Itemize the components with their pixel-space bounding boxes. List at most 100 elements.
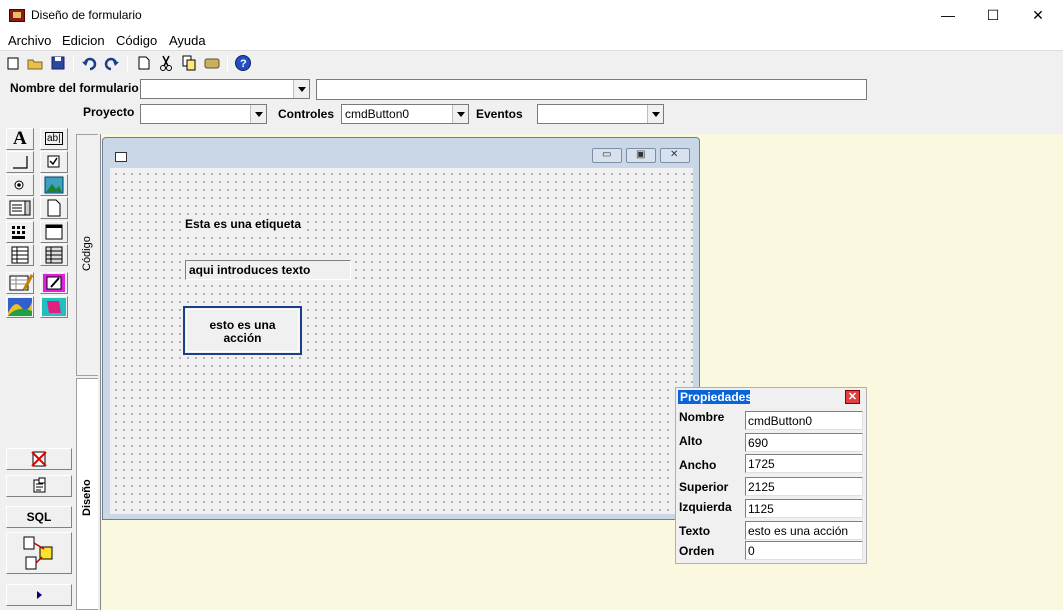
view-tabs: Código Diseño: [76, 134, 99, 610]
label-tool-glyph: A: [13, 128, 27, 149]
pencil-grid-tool[interactable]: [6, 272, 34, 294]
form-icon: [115, 152, 127, 162]
textbox-tool[interactable]: ab|: [40, 128, 68, 150]
image-tool[interactable]: [40, 174, 68, 196]
form-button-control[interactable]: esto es una acción: [183, 306, 302, 355]
form-textbox-control[interactable]: aqui introduces texto: [185, 260, 351, 280]
events-label: Eventos: [476, 107, 523, 121]
prop-label-superior: Superior: [679, 480, 729, 494]
diagram-tool[interactable]: [40, 296, 68, 318]
project-combo[interactable]: [140, 104, 267, 124]
undo-icon[interactable]: [80, 54, 98, 72]
frame-icon: [13, 156, 28, 169]
properties-button[interactable]: [6, 475, 72, 497]
prop-label-izquierda: Izquierda: [679, 500, 732, 514]
menu-archivo[interactable]: Archivo: [8, 33, 51, 48]
chevron-down-icon[interactable]: [647, 105, 663, 123]
chevron-down-icon[interactable]: [250, 105, 266, 123]
prop-input-orden[interactable]: 0: [745, 541, 863, 560]
form-name-combo[interactable]: [140, 79, 310, 99]
chevron-down-icon[interactable]: [452, 105, 468, 123]
menu-bar: Archivo Edicion Código Ayuda: [0, 31, 1063, 51]
edit-tool[interactable]: [40, 272, 68, 294]
prop-input-texto[interactable]: esto es una acción: [745, 521, 863, 540]
tab-diseno[interactable]: Diseño: [76, 378, 98, 610]
table-tool[interactable]: [6, 244, 34, 266]
pencil-grid-icon: [9, 274, 34, 291]
menu-ayuda[interactable]: Ayuda: [169, 33, 206, 48]
delete-control-button[interactable]: [6, 448, 72, 470]
prop-label-alto: Alto: [679, 434, 703, 448]
subform-tool[interactable]: [40, 244, 68, 266]
textbox-tool-glyph: ab|: [45, 132, 63, 145]
relations-button[interactable]: [6, 532, 72, 574]
tab-codigo[interactable]: Código: [76, 134, 98, 376]
window-icon: [45, 224, 63, 240]
diagram-icon: [42, 298, 66, 316]
grid-tool[interactable]: [6, 221, 34, 243]
title-bar: Diseño de formulario — ☐ ✕: [0, 0, 1063, 31]
paste-icon[interactable]: [203, 54, 221, 72]
form-minimize-button[interactable]: ▭: [592, 148, 622, 163]
menu-edicion[interactable]: Edicion: [62, 33, 105, 48]
close-icon[interactable]: ✕: [845, 390, 860, 404]
edit-icon: [43, 274, 65, 292]
controls-label: Controles: [278, 107, 335, 121]
minimize-button[interactable]: —: [925, 0, 971, 31]
new-icon[interactable]: [4, 54, 22, 72]
prop-label-ancho: Ancho: [679, 458, 717, 472]
checkbox-icon: [47, 155, 60, 168]
prop-input-superior[interactable]: 2125: [745, 477, 863, 496]
form-button-label: esto es una acción: [209, 318, 276, 345]
chart-tool[interactable]: [6, 296, 34, 318]
checkbox-tool[interactable]: [40, 151, 68, 173]
frame-tool[interactable]: [6, 151, 34, 173]
close-icon: ✕: [670, 149, 679, 160]
menu-codigo[interactable]: Código: [116, 33, 157, 48]
page-tool[interactable]: [40, 197, 68, 219]
prop-label-texto: Texto: [679, 524, 711, 538]
controls-value: cmdButton0: [345, 107, 410, 121]
properties-title: Propiedades: [678, 390, 753, 404]
prop-input-ancho[interactable]: 1725: [745, 454, 863, 473]
page-icon: [47, 199, 61, 217]
form-description-input[interactable]: [316, 79, 867, 100]
form-close-button[interactable]: ✕: [660, 148, 690, 163]
sql-button[interactable]: SQL: [6, 506, 72, 528]
toolbar: ?: [0, 52, 1063, 74]
help-icon[interactable]: ?: [234, 54, 252, 72]
minimize-icon: ▭: [602, 149, 612, 160]
prop-input-alto[interactable]: 690: [745, 433, 863, 452]
redo-icon[interactable]: [103, 54, 121, 72]
label-tool[interactable]: A: [6, 128, 34, 150]
form-label-control[interactable]: Esta es una etiqueta: [185, 217, 304, 231]
properties-icon: [33, 477, 46, 493]
chart-icon: [8, 298, 32, 316]
prop-input-izquierda[interactable]: 1125: [745, 499, 863, 518]
close-button[interactable]: ✕: [1015, 0, 1061, 31]
window-title: Diseño de formulario: [31, 8, 142, 22]
cut-icon[interactable]: [157, 54, 175, 72]
prop-input-nombre[interactable]: cmdButton0: [745, 411, 863, 430]
chevron-down-icon[interactable]: [293, 80, 309, 98]
play-arrow-icon: [37, 591, 42, 599]
open-folder-icon[interactable]: [26, 54, 44, 72]
events-combo[interactable]: [537, 104, 664, 124]
toolbar-separator: [227, 55, 228, 71]
controls-combo[interactable]: cmdButton0: [341, 104, 469, 124]
save-icon[interactable]: [49, 54, 67, 72]
document-icon[interactable]: [135, 54, 153, 72]
prop-label-orden: Orden: [679, 544, 715, 558]
tab-codigo-label: Código: [81, 236, 93, 271]
delete-icon: [31, 451, 47, 467]
window-tool[interactable]: [40, 221, 68, 243]
image-icon: [44, 176, 64, 194]
subform-icon: [45, 246, 63, 264]
expand-button[interactable]: [6, 584, 72, 606]
listbox-tool[interactable]: [6, 197, 34, 219]
grid-icon: [12, 226, 25, 239]
form-maximize-button[interactable]: ▣: [626, 148, 656, 163]
copy-icon[interactable]: [180, 54, 198, 72]
option-tool[interactable]: [6, 174, 34, 196]
maximize-button[interactable]: ☐: [970, 0, 1016, 31]
